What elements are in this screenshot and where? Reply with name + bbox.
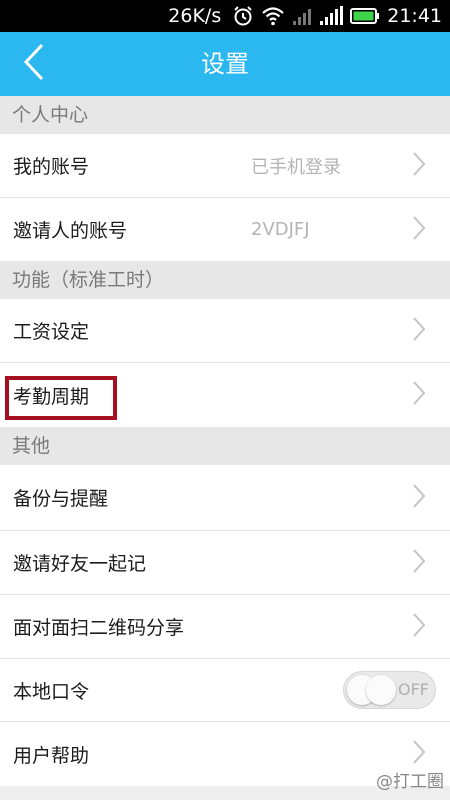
- title-bar: 设置: [0, 32, 450, 96]
- chevron-right-icon: [412, 739, 426, 769]
- row-backup-reminder[interactable]: 备份与提醒: [0, 465, 450, 531]
- row-label: 邀请好友一起记: [13, 553, 147, 575]
- row-label: 备份与提醒: [13, 488, 109, 510]
- row-my-account[interactable]: 我的账号 已手机登录: [0, 134, 450, 198]
- local-passcode-toggle[interactable]: OFF: [343, 671, 436, 709]
- row-label: 邀请人的账号: [13, 220, 128, 242]
- row-qr-share[interactable]: 面对面扫二维码分享: [0, 595, 450, 659]
- clock: 21:41: [387, 5, 442, 27]
- network-speed: 26K/s: [168, 5, 222, 27]
- row-inviter-account[interactable]: 邀请人的账号 2VDJFJ: [0, 198, 450, 261]
- row-label: 考勤周期: [13, 385, 90, 408]
- row-label: 本地口令: [13, 680, 90, 703]
- row-value: 2VDJFJ: [251, 219, 310, 240]
- status-bar: 26K/s 21:41: [0, 0, 450, 32]
- chevron-right-icon: [412, 151, 426, 181]
- chevron-right-icon: [412, 483, 426, 513]
- row-value: 已手机登录: [251, 156, 341, 178]
- section-header-features: 功能（标准工时）: [0, 261, 450, 299]
- page-title: 设置: [201, 50, 249, 78]
- chevron-right-icon: [412, 215, 426, 245]
- section-header-other: 其他: [0, 427, 450, 465]
- row-label: 我的账号: [13, 156, 90, 178]
- cell-signal-icon: [292, 6, 312, 26]
- signal-bars-icon: [319, 6, 344, 26]
- watermark: @打工圈: [376, 772, 444, 792]
- toggle-state-text: OFF: [398, 680, 429, 699]
- chevron-right-icon: [412, 316, 426, 346]
- row-local-passcode: 本地口令 OFF: [0, 659, 450, 722]
- chevron-right-icon: [412, 612, 426, 642]
- section-header-personal: 个人中心: [0, 96, 450, 134]
- toggle-knob: [366, 675, 396, 705]
- row-attendance-cycle[interactable]: 考勤周期: [0, 363, 450, 427]
- alarm-icon: [232, 5, 254, 27]
- chevron-right-icon: [412, 380, 426, 410]
- chevron-right-icon: [412, 548, 426, 578]
- wifi-icon: [261, 6, 285, 26]
- row-label: 用户帮助: [13, 744, 90, 767]
- row-invite-friends[interactable]: 邀请好友一起记: [0, 531, 450, 595]
- row-label: 面对面扫二维码分享: [13, 617, 185, 639]
- row-salary-settings[interactable]: 工资设定: [0, 299, 450, 363]
- battery-icon: [350, 7, 380, 25]
- row-label: 工资设定: [13, 321, 90, 343]
